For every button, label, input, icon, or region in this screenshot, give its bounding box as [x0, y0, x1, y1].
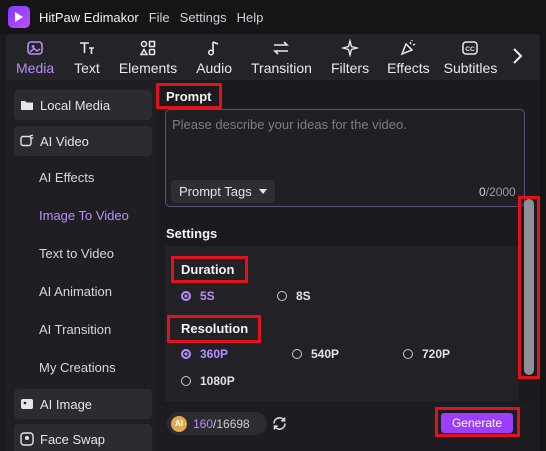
tab-transition-label: Transition [251, 60, 312, 76]
highlight-prompt [156, 83, 222, 109]
media-icon [26, 38, 44, 58]
highlight-generate [435, 407, 520, 437]
credits-badge: AI 160 /16698 [167, 412, 267, 435]
sidebar-item-ai-image[interactable]: AI Image [14, 389, 152, 419]
effects-icon [399, 38, 417, 58]
credits-total: /16698 [213, 416, 250, 431]
sidebar-sub-ai-animation[interactable]: AI Animation [39, 284, 112, 299]
app-title: HitPaw Edimakor [39, 9, 139, 25]
sidebar-sub-image-to-video[interactable]: Image To Video [39, 208, 129, 223]
face-swap-icon [20, 432, 34, 446]
tab-transition[interactable]: Transition [251, 36, 312, 80]
tab-audio-label: Audio [196, 60, 232, 76]
text-icon [78, 38, 96, 58]
tab-elements-label: Elements [118, 60, 178, 76]
character-counter: 0/2000 [479, 185, 516, 199]
app-logo-icon [8, 6, 30, 28]
audio-icon [205, 38, 223, 58]
transition-icon [272, 38, 290, 58]
sidebar-item-ai-video[interactable]: AI Video [14, 126, 152, 156]
sidebar-sub-my-creations[interactable]: My Creations [39, 360, 116, 375]
sidebar-item-local-media[interactable]: Local Media [14, 90, 152, 120]
sidebar-item-label: AI Video [40, 133, 89, 149]
resolution-option-1080p[interactable]: 1080P [181, 374, 235, 388]
ai-video-icon [20, 134, 34, 147]
right-edge [540, 34, 546, 451]
prompt-placeholder: Please describe your ideas for the video… [172, 117, 407, 132]
highlight-duration [171, 256, 248, 283]
radio-empty-icon [292, 349, 302, 359]
tab-effects-label: Effects [387, 60, 430, 76]
feature-toolbar: Media Text Elements Audio Transition Fil… [6, 34, 540, 80]
radio-selected-icon [181, 349, 191, 359]
resolution-option-360p[interactable]: 360P [181, 347, 228, 361]
menu-help[interactable]: Help [237, 10, 264, 25]
filters-icon [341, 38, 360, 58]
prompt-tags-label: Prompt Tags [179, 184, 252, 199]
svg-text:CC: CC [466, 46, 476, 53]
folder-icon [21, 101, 33, 110]
menu-file[interactable]: File [149, 10, 170, 25]
tab-elements[interactable]: Elements [119, 36, 177, 80]
elements-icon [139, 38, 157, 58]
tab-subtitles-label: Subtitles [443, 60, 498, 76]
menu-settings[interactable]: Settings [180, 10, 227, 25]
sidebar-item-face-swap[interactable]: Face Swap [14, 424, 152, 451]
prompt-tags-button[interactable]: Prompt Tags [171, 180, 275, 203]
refresh-icon[interactable] [271, 415, 288, 432]
radio-empty-icon [181, 376, 191, 386]
sidebar-sub-ai-transition[interactable]: AI Transition [39, 322, 111, 337]
highlight-scrollbar [518, 196, 540, 379]
sidebar-sub-ai-effects[interactable]: AI Effects [39, 170, 94, 185]
image-icon [21, 399, 33, 409]
sidebar-item-label: Local Media [40, 97, 111, 113]
duration-option-5s[interactable]: 5S [181, 289, 215, 303]
tab-media[interactable]: Media [16, 36, 54, 80]
title-bar: HitPaw Edimakor File Settings Help [0, 0, 546, 34]
sidebar: Local Media AI Video AI Effects Image To… [6, 80, 156, 451]
resolution-option-540p[interactable]: 540P [292, 347, 339, 361]
radio-empty-icon [277, 291, 287, 301]
tab-media-label: Media [16, 60, 55, 76]
chevron-right-icon[interactable] [510, 46, 524, 66]
radio-selected-icon [181, 291, 191, 301]
tab-audio[interactable]: Audio [196, 36, 232, 80]
duration-option-8s[interactable]: 8S [277, 289, 311, 303]
subtitles-icon: CC [461, 38, 479, 58]
coin-icon: AI [171, 415, 187, 432]
tab-text[interactable]: Text [74, 36, 100, 80]
tab-effects[interactable]: Effects [387, 36, 430, 80]
sidebar-sub-text-to-video[interactable]: Text to Video [39, 246, 114, 261]
tab-filters[interactable]: Filters [331, 36, 369, 80]
caret-down-icon [258, 189, 267, 194]
settings-title: Settings [166, 226, 218, 241]
tab-filters-label: Filters [330, 60, 370, 76]
radio-empty-icon [403, 349, 413, 359]
sidebar-item-label: Face Swap [40, 431, 106, 447]
tab-subtitles[interactable]: CC Subtitles [443, 36, 498, 80]
credits-used: 160 [193, 416, 214, 431]
resolution-option-720p[interactable]: 720P [403, 347, 450, 361]
tab-text-label: Text [74, 60, 100, 76]
highlight-resolution [167, 315, 261, 343]
sidebar-item-label: AI Image [40, 396, 93, 412]
